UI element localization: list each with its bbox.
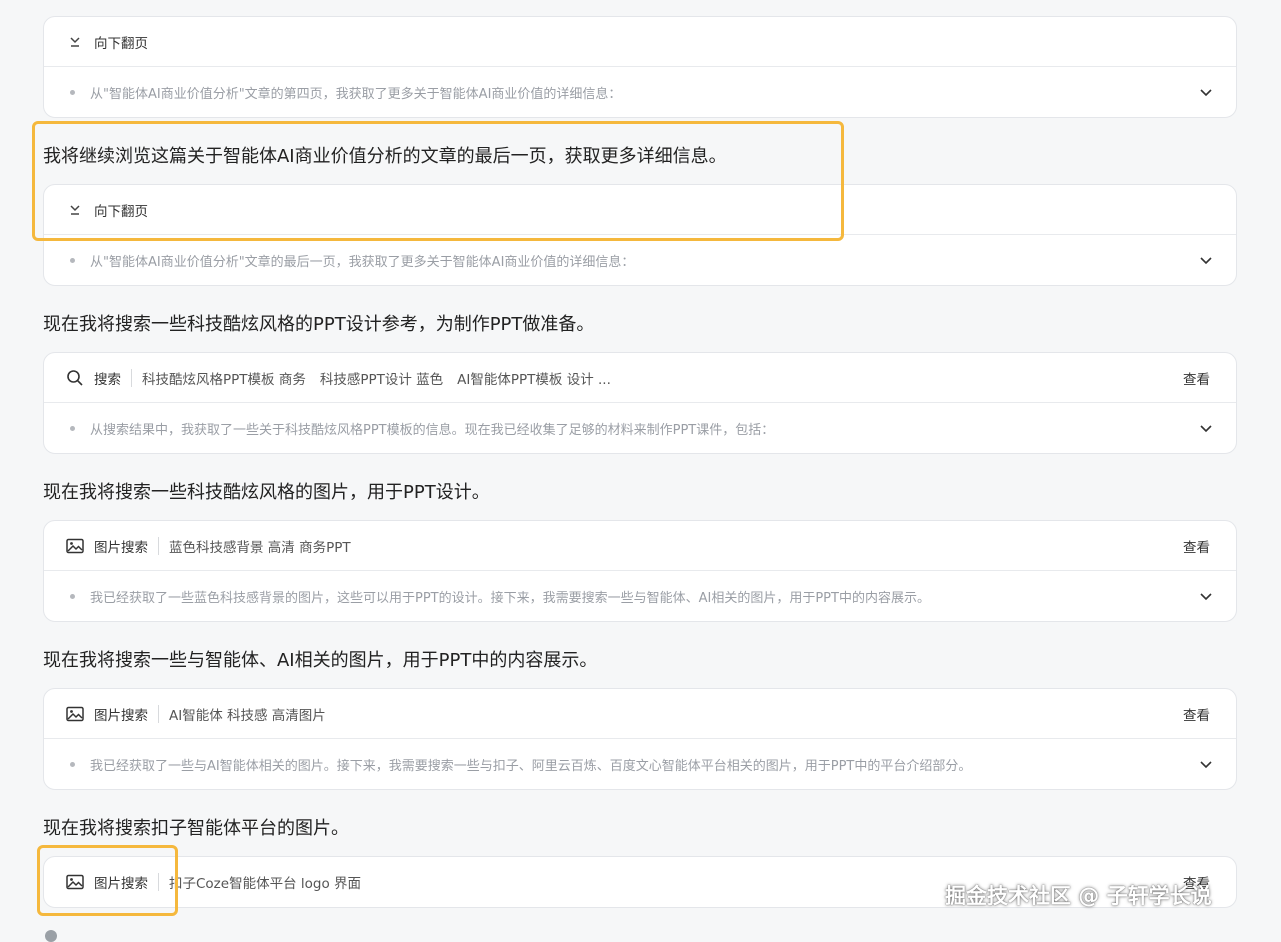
tool-label: 搜索 <box>94 371 121 388</box>
tool-card-page-down-1: 向下翻页 从"智能体AI商业价值分析"文章的第四页，我获取了更多关于智能体AI商… <box>43 16 1237 118</box>
assistant-message-2: 现在我将搜索一些科技酷炫风格的PPT设计参考，为制作PPT做准备。 <box>43 314 595 335</box>
tool-card-image-search-2: 图片搜索 AI智能体 科技感 高清图片 查看 我已经获取了一些与AI智能体相关的… <box>43 688 1237 790</box>
summary-text: 从"智能体AI商业价值分析"文章的第四页，我获取了更多关于智能体AI商业价值的详… <box>90 86 622 102</box>
chevron-down-icon[interactable] <box>1198 252 1214 268</box>
chevron-down-icon[interactable] <box>1198 756 1214 772</box>
tool-card-header[interactable]: 图片搜索 AI智能体 科技感 高清图片 查看 <box>44 689 1236 739</box>
search-query-3: AI智能体PPT模板 设计 ... <box>457 371 611 388</box>
summary-text: 我已经获取了一些蓝色科技感背景的图片，这些可以用于PPT的设计。接下来，我需要搜… <box>90 590 930 606</box>
search-query-1: 科技酷炫风格PPT模板 商务 <box>142 371 306 388</box>
assistant-message-3: 现在我将搜索一些科技酷炫风格的图片，用于PPT设计。 <box>43 482 490 503</box>
summary-text: 从搜索结果中，我获取了一些关于科技酷炫风格PPT模板的信息。现在我已经收集了足够… <box>90 422 775 438</box>
highlight-box-tool-label <box>37 845 178 916</box>
search-query: 扣子Coze智能体平台 logo 界面 <box>169 876 361 892</box>
tool-label: 图片搜索 <box>94 707 148 724</box>
tool-card-header[interactable]: 向下翻页 <box>44 17 1236 67</box>
chevrons-down-icon <box>66 33 84 51</box>
image-icon <box>66 537 84 555</box>
assistant-message-5: 现在我将搜索扣子智能体平台的图片。 <box>43 818 349 839</box>
tool-card-search: 搜索 科技酷炫风格PPT模板 商务 科技感PPT设计 蓝色 AI智能体PPT模板… <box>43 352 1237 454</box>
view-button[interactable]: 查看 <box>1183 368 1210 388</box>
tool-card-header[interactable]: 搜索 科技酷炫风格PPT模板 商务 科技感PPT设计 蓝色 AI智能体PPT模板… <box>44 353 1236 403</box>
chevron-down-icon[interactable] <box>1198 84 1214 100</box>
summary-row[interactable]: 从搜索结果中，我获取了一些关于科技酷炫风格PPT模板的信息。现在我已经收集了足够… <box>44 403 1236 453</box>
watermark: 掘金技术社区 @ 子轩学长说 <box>945 884 1212 908</box>
summary-row[interactable]: 从"智能体AI商业价值分析"文章的第四页，我获取了更多关于智能体AI商业价值的详… <box>44 67 1236 117</box>
divider <box>158 536 159 555</box>
summary-text: 我已经获取了一些与AI智能体相关的图片。接下来，我需要搜索一些与扣子、阿里云百炼… <box>90 758 972 774</box>
summary-row[interactable]: 我已经获取了一些蓝色科技感背景的图片，这些可以用于PPT的设计。接下来，我需要搜… <box>44 571 1236 621</box>
tool-card-image-search-1: 图片搜索 蓝色科技感背景 高清 商务PPT 查看 我已经获取了一些蓝色科技感背景… <box>43 520 1237 622</box>
assistant-message-4: 现在我将搜索一些与智能体、AI相关的图片，用于PPT中的内容展示。 <box>43 650 598 671</box>
bullet-dot <box>70 257 75 263</box>
search-query-2: 科技感PPT设计 蓝色 <box>319 371 444 388</box>
image-icon <box>66 705 84 723</box>
tool-label: 向下翻页 <box>94 35 148 52</box>
view-button[interactable]: 查看 <box>1183 704 1210 724</box>
divider <box>131 368 132 387</box>
chevron-down-icon[interactable] <box>1198 588 1214 604</box>
tool-label: 图片搜索 <box>94 539 148 556</box>
summary-row[interactable]: 从"智能体AI商业价值分析"文章的最后一页，我获取了更多关于智能体AI商业价值的… <box>44 235 1236 285</box>
status-dot <box>45 930 57 942</box>
highlight-box-message <box>32 121 844 241</box>
search-query: AI智能体 科技感 高清图片 <box>169 707 326 724</box>
bullet-dot <box>70 89 75 95</box>
bullet-dot <box>70 425 75 431</box>
chevron-down-icon[interactable] <box>1198 420 1214 436</box>
search-query: 蓝色科技感背景 高清 商务PPT <box>169 539 351 556</box>
bullet-dot <box>70 761 75 767</box>
divider <box>158 704 159 723</box>
search-icon <box>66 369 84 387</box>
view-button[interactable]: 查看 <box>1183 536 1210 556</box>
tool-card-header[interactable]: 图片搜索 蓝色科技感背景 高清 商务PPT 查看 <box>44 521 1236 571</box>
summary-row[interactable]: 我已经获取了一些与AI智能体相关的图片。接下来，我需要搜索一些与扣子、阿里云百炼… <box>44 739 1236 789</box>
bullet-dot <box>70 593 75 599</box>
summary-text: 从"智能体AI商业价值分析"文章的最后一页，我获取了更多关于智能体AI商业价值的… <box>90 254 635 270</box>
